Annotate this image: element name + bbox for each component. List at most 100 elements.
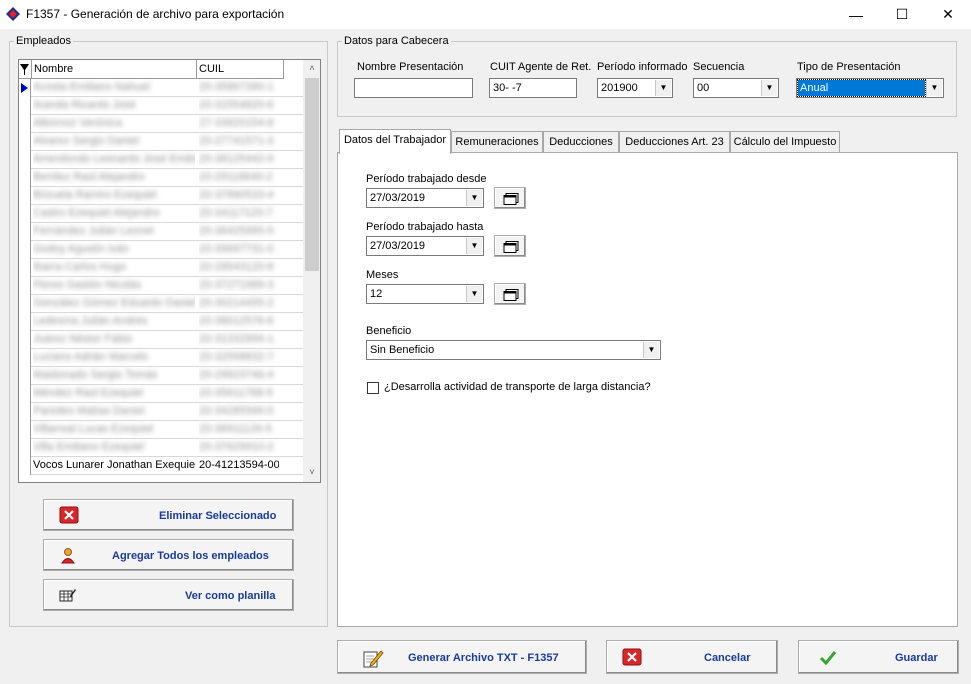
tab-deductions-art23[interactable]: Deducciones Art. 23: [619, 131, 730, 153]
row-indicator[interactable]: [19, 169, 31, 187]
cell-cuil[interactable]: 20-31332856-1: [199, 331, 279, 349]
view-as-sheet-button[interactable]: Ver como planilla: [43, 579, 294, 611]
table-row[interactable]: Méndez Raúl Ezequiel 20-35611788-9: [19, 385, 303, 403]
row-indicator[interactable]: [19, 277, 31, 295]
cell-name[interactable]: Flores Gastón Nicolás: [33, 277, 195, 295]
table-row[interactable]: Ledesma Julián Andrés 20-38012576-6: [19, 313, 303, 331]
cell-cuil[interactable]: 20-36425995-5: [199, 223, 279, 241]
close-window-button[interactable]: ✕: [925, 0, 971, 29]
table-row[interactable]: Ibarra Carlos Hugo 20-28543120-8: [19, 259, 303, 277]
table-row[interactable]: Fernández Julián Leonel 20-36425995-5: [19, 223, 303, 241]
table-row[interactable]: Villa Emiliano Ezequiel 20-37629910-2: [19, 439, 303, 457]
cell-cuil[interactable]: 20-37271989-3: [199, 277, 279, 295]
period-from-combo[interactable]: 27/03/2019 ▼: [366, 188, 484, 208]
cell-name[interactable]: Méndez Raúl Ezequiel: [33, 385, 195, 403]
sequence-combo[interactable]: 00 ▼: [693, 78, 779, 98]
cell-cuil[interactable]: 20-27741571-3: [199, 133, 279, 151]
row-selector-header[interactable]: [19, 60, 32, 79]
cell-name[interactable]: Villa Emiliano Ezequiel: [33, 439, 195, 457]
chevron-down-icon[interactable]: ▼: [761, 80, 777, 96]
table-row[interactable]: Maldonado Sergio Tomás 20-29923746-4: [19, 367, 303, 385]
chevron-down-icon[interactable]: ▼: [643, 342, 659, 358]
cell-name[interactable]: González Gómez Eduardo Daniel: [33, 295, 195, 313]
employee-grid[interactable]: Nombre CUIL Acosta Emiliano Nahuel 20-358…: [18, 59, 321, 483]
cell-name[interactable]: Paredes Matías Daniel: [33, 403, 195, 421]
row-indicator[interactable]: [19, 97, 31, 115]
column-header-name[interactable]: Nombre: [32, 60, 197, 79]
cell-name[interactable]: Castro Ezequiel Alejandro: [33, 205, 195, 223]
scroll-thumb[interactable]: [305, 78, 319, 271]
tab-tax-calculation[interactable]: Cálculo del Impuesto: [730, 131, 840, 153]
row-indicator[interactable]: [19, 439, 31, 457]
cell-cuil[interactable]: 20-36911126-5: [199, 421, 279, 439]
table-row[interactable]: Brizuela Ramiro Ezequiel 20-37890533-4: [19, 187, 303, 205]
row-indicator[interactable]: [19, 187, 31, 205]
tab-remunerations[interactable]: Remuneraciones: [451, 131, 543, 153]
row-indicator[interactable]: [19, 295, 31, 313]
row-indicator[interactable]: [19, 133, 31, 151]
cell-name[interactable]: Albornoz Verónica: [33, 115, 195, 133]
row-indicator[interactable]: [19, 367, 31, 385]
long-distance-checkbox[interactable]: [367, 382, 379, 394]
table-row[interactable]: Acosta Emiliano Nahuel 20-35867390-1: [19, 79, 303, 97]
table-row[interactable]: Castro Ezequiel Alejandro 20-34117120-7: [19, 205, 303, 223]
row-indicator[interactable]: [19, 115, 31, 133]
row-indicator[interactable]: [19, 403, 31, 421]
chevron-down-icon[interactable]: ▼: [926, 80, 942, 96]
row-indicator[interactable]: [19, 151, 31, 169]
cancel-button[interactable]: Cancelar: [606, 640, 778, 674]
cell-name[interactable]: Fernández Julián Leonel: [33, 223, 195, 241]
row-indicator[interactable]: [19, 457, 31, 475]
cell-name[interactable]: Villarreal Lucas Ezequiel: [33, 421, 195, 439]
generate-txt-button[interactable]: Generar Archivo TXT - F1357: [337, 640, 587, 674]
row-indicator[interactable]: [19, 313, 31, 331]
cell-name[interactable]: Arrendondo Leonardo José Emiliano: [33, 151, 195, 169]
table-row[interactable]: Albornoz Verónica 27-33920154-8: [19, 115, 303, 133]
cell-name[interactable]: Acosta Emiliano Nahuel: [33, 79, 195, 97]
period-to-calendar-button[interactable]: [494, 235, 526, 257]
period-to-combo[interactable]: 27/03/2019 ▼: [366, 236, 484, 256]
table-row[interactable]: Vocos Lunarer Jonathan Exequiel 20-412135…: [19, 457, 303, 475]
cell-cuil[interactable]: 20-35611788-9: [199, 385, 279, 403]
table-row[interactable]: González Gómez Eduardo Daniel 20-30214455…: [19, 295, 303, 313]
presentation-type-combo[interactable]: Anual ▼: [796, 78, 944, 98]
cell-cuil[interactable]: 20-31554820-6: [199, 97, 279, 115]
benefit-combo[interactable]: Sin Beneficio ▼: [366, 340, 661, 360]
cell-name[interactable]: Benítez Raúl Alejandro: [33, 169, 195, 187]
row-indicator[interactable]: [19, 259, 31, 277]
period-from-calendar-button[interactable]: [494, 187, 526, 209]
cell-cuil[interactable]: 20-30214455-2: [199, 295, 279, 313]
cell-cuil[interactable]: 20-32558832-7: [199, 349, 279, 367]
table-row[interactable]: Paredes Matías Daniel 20-34285566-0: [19, 403, 303, 421]
cell-cuil[interactable]: 20-29923746-4: [199, 367, 279, 385]
scroll-down-icon[interactable]: ˅: [303, 464, 320, 481]
cell-cuil[interactable]: 20-38125442-9: [199, 151, 279, 169]
row-indicator[interactable]: [19, 349, 31, 367]
presentation-name-input[interactable]: [354, 78, 473, 98]
row-indicator[interactable]: [19, 205, 31, 223]
row-indicator[interactable]: [19, 223, 31, 241]
cell-name[interactable]: Maldonado Sergio Tomás: [33, 367, 195, 385]
column-header-cuil[interactable]: CUIL: [197, 60, 284, 79]
tab-worker-data[interactable]: Datos del Trabajador: [339, 129, 451, 154]
cell-name[interactable]: Vocos Lunarer Jonathan Exequiel: [33, 457, 195, 475]
cell-name[interactable]: Aranda Ricardo José: [33, 97, 195, 115]
cell-cuil[interactable]: 27-33920154-8: [199, 115, 279, 133]
chevron-down-icon[interactable]: ▼: [466, 286, 482, 302]
maximize-button[interactable]: ☐: [879, 0, 925, 29]
table-row[interactable]: Villarreal Lucas Ezequiel 20-36911126-5: [19, 421, 303, 439]
cell-cuil[interactable]: 20-41213594-00: [199, 457, 279, 475]
table-row[interactable]: Aranda Ricardo José 20-31554820-6: [19, 97, 303, 115]
row-indicator[interactable]: [19, 331, 31, 349]
cell-name[interactable]: Luciano Adrián Marcelo: [33, 349, 195, 367]
table-row[interactable]: Arrendondo Leonardo José Emiliano 20-3812…: [19, 151, 303, 169]
cell-cuil[interactable]: 20-38012576-6: [199, 313, 279, 331]
cell-cuil[interactable]: 20-34285566-0: [199, 403, 279, 421]
cell-name[interactable]: Alvarez Sergio Daniel: [33, 133, 195, 151]
tab-deductions[interactable]: Deducciones: [543, 131, 619, 153]
reported-period-combo[interactable]: 201900 ▼: [597, 78, 673, 98]
cell-cuil[interactable]: 20-37890533-4: [199, 187, 279, 205]
row-indicator[interactable]: [19, 79, 31, 97]
delete-selected-button[interactable]: Eliminar Seleccionado: [43, 499, 294, 531]
cell-cuil[interactable]: 20-29118640-2: [199, 169, 279, 187]
